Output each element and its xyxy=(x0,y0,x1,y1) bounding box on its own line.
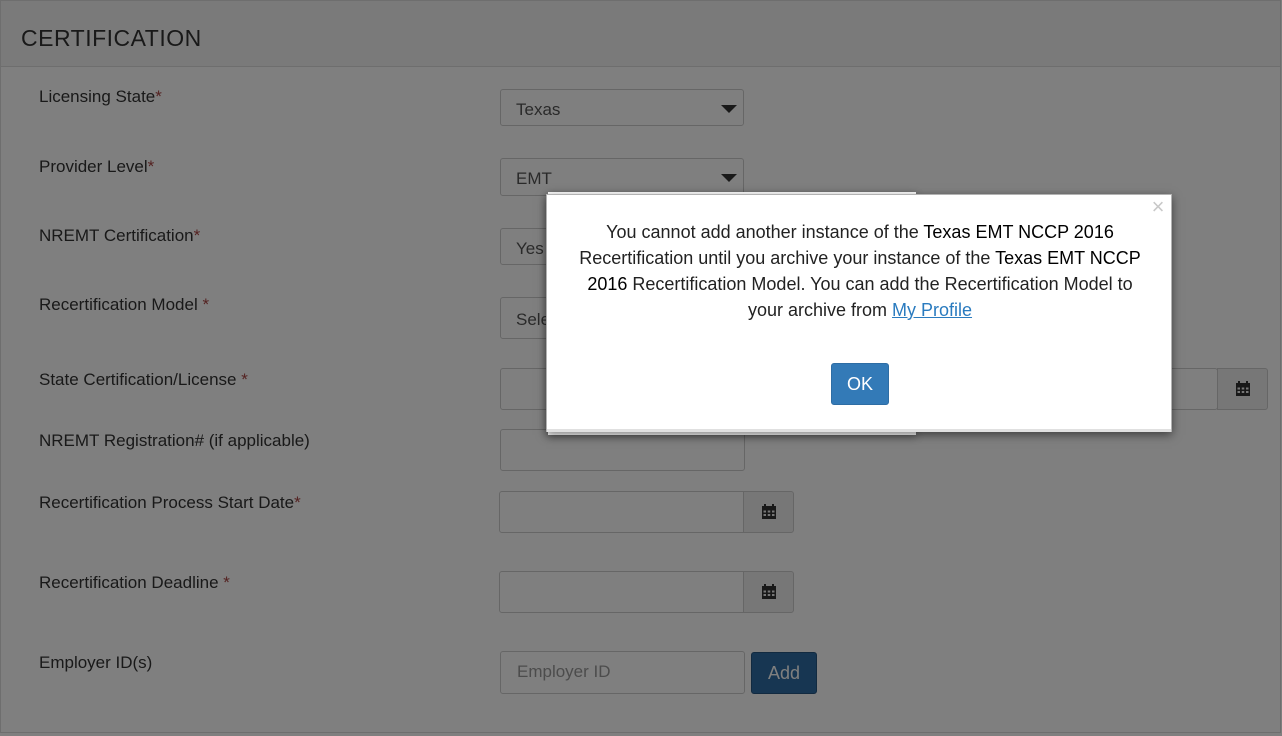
recert-name-bold: Texas EMT NCCP 2016 xyxy=(923,222,1114,242)
close-icon[interactable]: × xyxy=(1148,196,1168,218)
my-profile-link[interactable]: My Profile xyxy=(892,300,972,320)
modal-bottom-edge xyxy=(547,429,1171,432)
modal-message: You cannot add another instance of the T… xyxy=(579,222,1141,320)
archive-warning-modal: × You cannot add another instance of the… xyxy=(546,194,1172,432)
ok-button[interactable]: OK xyxy=(831,363,889,405)
